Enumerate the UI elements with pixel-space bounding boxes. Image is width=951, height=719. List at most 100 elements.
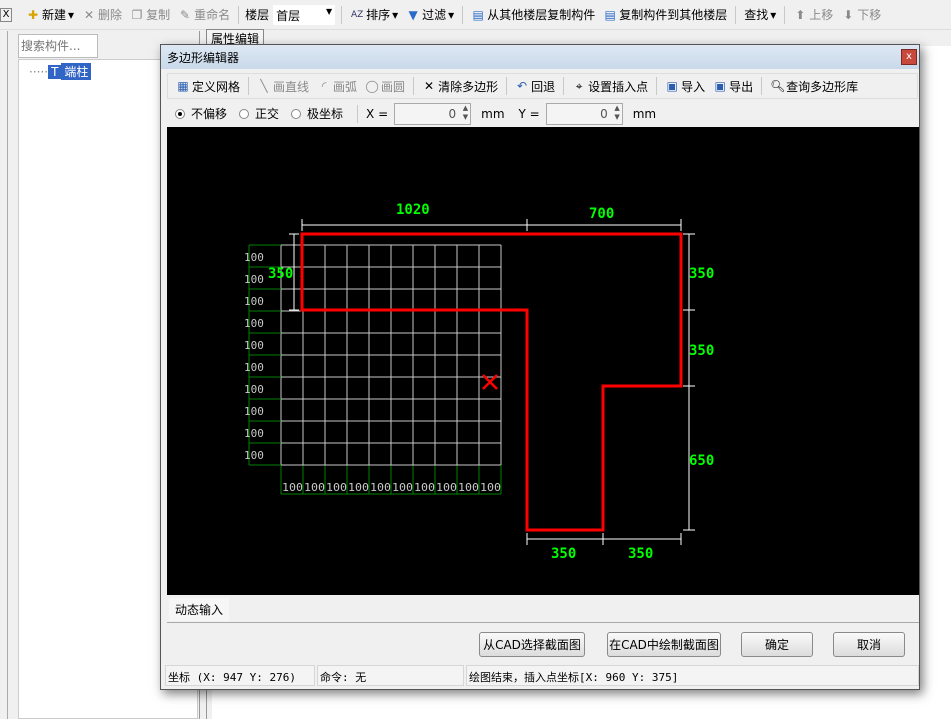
- grid-col-label: 100: [480, 481, 501, 494]
- draw-arc-button[interactable]: ◜ 画弧: [315, 78, 359, 95]
- divider: [656, 77, 658, 95]
- x-label: X =: [366, 106, 389, 121]
- close-icon: x: [906, 51, 912, 62]
- filter-icon: ▼: [408, 7, 418, 22]
- rename-button[interactable]: ✎ 重命名: [176, 6, 232, 23]
- drawing-canvas[interactable]: 100 100 100 100 100 100 100 100 100 100 100 100 100 1…: [167, 127, 919, 595]
- grid-row-label: 100: [244, 251, 264, 264]
- close-button[interactable]: x: [901, 49, 917, 65]
- new-button[interactable]: ✚ 新建 ▾: [24, 6, 76, 23]
- sort-button[interactable]: AZ 排序 ▾: [348, 6, 400, 23]
- dimension-label-top-left: 1020: [396, 202, 430, 218]
- arrow-down-icon: ⬇: [843, 7, 854, 22]
- left-edge-strip: [0, 31, 8, 719]
- grid-row-label: 100: [244, 405, 264, 418]
- copy-from-floor-button[interactable]: ▤ 从其他楼层复制构件: [469, 6, 597, 23]
- draw-line-button[interactable]: ╲ 画直线: [255, 78, 311, 95]
- no-offset-radio[interactable]: [175, 108, 185, 119]
- dimension-label-bottom-right: 350: [628, 546, 653, 562]
- x-input[interactable]: 0 ▲ ▼: [394, 102, 472, 125]
- copy-button[interactable]: ❐ 复制: [128, 6, 172, 23]
- polar-radio[interactable]: [291, 108, 302, 119]
- spinner-icon[interactable]: ▲ ▼: [614, 104, 619, 122]
- tree-line: ·····: [29, 64, 49, 79]
- define-grid-button[interactable]: ▦ 定义网格: [174, 78, 242, 95]
- cancel-button[interactable]: 取消: [833, 632, 905, 657]
- circle-icon: ◯: [365, 79, 379, 93]
- x-unit: mm: [481, 106, 505, 121]
- dialog-title: 多边形编辑器: [167, 51, 240, 65]
- select-from-cad-button[interactable]: 从CAD选择截面图: [479, 632, 585, 657]
- divider: [167, 622, 919, 623]
- delete-icon: ✕: [84, 7, 95, 22]
- column-icon: T: [48, 64, 62, 79]
- export-icon: ▣: [714, 79, 726, 93]
- chevron-down-icon: ▼: [325, 6, 333, 16]
- floor-label: 楼层: [245, 8, 270, 22]
- set-insert-point-button[interactable]: ⌖ 设置插入点: [570, 78, 650, 95]
- canvas-svg: 1001001001001001001001001001001001001001…: [244, 202, 714, 562]
- divider: [238, 5, 240, 24]
- dialog-titlebar: 多边形编辑器: [161, 45, 919, 69]
- status-message: 绘图结束，插入点坐标[X: 960 Y: 375]: [466, 665, 919, 686]
- grid-row-label: 100: [244, 427, 264, 440]
- move-up-button[interactable]: ⬆ 上移: [791, 6, 835, 23]
- dimension-label-bottom-left: 350: [551, 546, 576, 562]
- grid-col-label: 100: [392, 481, 413, 494]
- dimension-label-top-right: 700: [589, 206, 614, 222]
- grid-icon: ▦: [177, 79, 189, 93]
- arrow-up-icon: ⬆: [795, 7, 806, 22]
- dimension-label-right-3: 650: [689, 453, 714, 469]
- options-row: 不偏移 正交 极坐标 X = 0 ▲ ▼ mm Y = 0 ▲ ▼ mm: [167, 100, 918, 127]
- import-button[interactable]: ▣ 导入: [663, 78, 707, 95]
- polygon-editor-dialog: 多边形编辑器 x ▦ 定义网格 ╲ 画直线 ◜ 画弧 ◯ 画圆 ✕ 清除多边形 ↶ 回退 ⌖…: [160, 44, 920, 690]
- copy-icon: ❐: [131, 7, 143, 22]
- dialog-toolbar: ▦ 定义网格 ╲ 画直线 ◜ 画弧 ◯ 画圆 ✕ 清除多边形 ↶ 回退 ⌖ 设置插入点 ▣ 导入…: [167, 73, 918, 99]
- grid-row-label: 100: [244, 449, 264, 462]
- divider: [761, 77, 763, 95]
- grid-row-label: 100: [244, 295, 264, 308]
- divider: [563, 77, 565, 95]
- divider: [506, 77, 508, 95]
- x-icon: ✕: [424, 79, 435, 93]
- y-input[interactable]: 0 ▲ ▼: [545, 102, 623, 125]
- tree-item-duanzhu[interactable]: ····· T 端柱: [29, 63, 92, 80]
- sort-az-icon: AZ: [350, 9, 364, 20]
- line-icon: ╲: [260, 79, 268, 93]
- query-library-button[interactable]: 🔍︎ 查询多边形库: [768, 78, 860, 95]
- divider: [357, 104, 359, 123]
- move-down-button[interactable]: ⬇ 下移: [839, 6, 883, 23]
- import-icon: ▣: [666, 79, 678, 93]
- main-toolbar: X ✚ 新建 ▾ ✕ 删除 ❐ 复制 ✎ 重命名 楼层 首层 ▼ AZ 排序 ▾ ▼ 过滤 ▾ ▤ 从…: [0, 0, 951, 30]
- floor-select[interactable]: 首层 ▼: [273, 4, 336, 25]
- filter-button[interactable]: ▼ 过滤 ▾: [404, 6, 456, 23]
- grid-col-label: 100: [414, 481, 435, 494]
- copy-to-floor-button[interactable]: ▤ 复制构件到其他楼层: [601, 6, 729, 23]
- y-label: Y =: [518, 106, 540, 121]
- clear-polygon-button[interactable]: ✕ 清除多边形: [420, 78, 500, 95]
- grid-col-label: 100: [370, 481, 391, 494]
- grid-col-label: 100: [458, 481, 479, 494]
- draw-circle-button[interactable]: ◯ 画圆: [363, 78, 407, 95]
- properties-tab[interactable]: 属性编辑: [206, 29, 265, 46]
- grid-row-label: 100: [244, 383, 264, 396]
- divider: [784, 5, 786, 24]
- grid-row-label: 100: [244, 361, 264, 374]
- close-panel-button[interactable]: X: [0, 7, 12, 22]
- insert-point-icon: ⌖: [575, 78, 583, 93]
- y-unit: mm: [632, 106, 657, 121]
- export-button[interactable]: ▣ 导出: [711, 78, 755, 95]
- find-button[interactable]: 查找 ▾: [742, 6, 778, 23]
- divider: [341, 5, 343, 24]
- orthogonal-radio[interactable]: [239, 108, 250, 119]
- search-input[interactable]: [18, 34, 98, 58]
- dimension-label-left: 350: [268, 266, 293, 282]
- spinner-icon[interactable]: ▲ ▼: [463, 104, 468, 122]
- divider: [735, 5, 737, 24]
- undo-button[interactable]: ↶ 回退: [513, 78, 557, 95]
- dynamic-input-tab[interactable]: 动态输入: [169, 598, 230, 621]
- ok-button[interactable]: 确定: [741, 632, 813, 657]
- delete-button[interactable]: ✕ 删除: [80, 6, 124, 23]
- draw-in-cad-button[interactable]: 在CAD中绘制截面图: [607, 632, 721, 657]
- grid-col-label: 100: [436, 481, 457, 494]
